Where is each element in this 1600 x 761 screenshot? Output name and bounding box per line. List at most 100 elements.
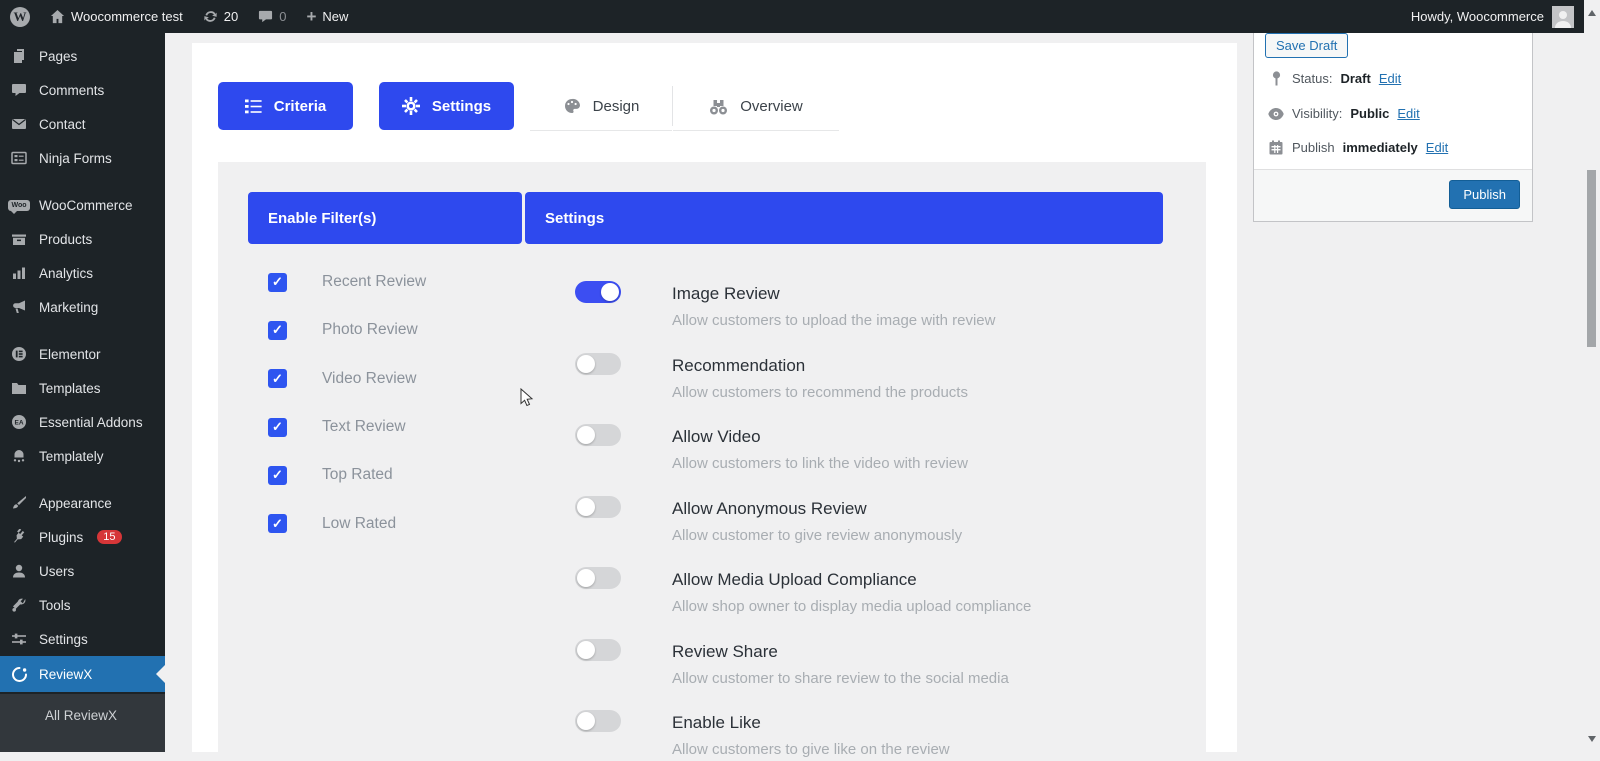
sidebar-item-templately[interactable]: Templately <box>0 439 165 473</box>
sidebar-item-woocommerce[interactable]: Woo WooCommerce <box>0 188 165 222</box>
scrollbar-down-arrow-icon[interactable] <box>1588 736 1596 746</box>
contact-icon <box>9 114 29 134</box>
sidebar-item-label: Pages <box>39 48 78 64</box>
save-draft-button[interactable]: Save Draft <box>1265 33 1349 58</box>
toggle-allow-video[interactable] <box>575 424 621 446</box>
sidebar-item-templates[interactable]: Templates <box>0 371 165 405</box>
new-content-link[interactable]: + New <box>296 0 358 33</box>
sidebar-item-appearance[interactable]: Appearance <box>0 486 165 520</box>
setting-row-allow-video: Allow Video Allow customers to link the v… <box>575 398 1135 472</box>
sidebar-item-products[interactable]: Products <box>0 222 165 256</box>
sidebar-item-label: Templates <box>39 380 101 396</box>
checkbox-video-review[interactable]: ✓ <box>268 369 287 389</box>
sidebar-item-users[interactable]: Users <box>0 554 165 588</box>
tab-overview[interactable]: Overview <box>673 82 839 131</box>
setting-row-enable-like: Enable Like Allow customers to give like … <box>575 684 1135 758</box>
toggle-enable-like[interactable] <box>575 710 621 732</box>
setting-row-allow-media-upload-compliance: Allow Media Upload Compliance Allow shop … <box>575 541 1135 615</box>
sidebar-item-analytics[interactable]: Analytics <box>0 256 165 290</box>
scrollbar-up-arrow-icon[interactable] <box>1588 6 1596 16</box>
scrollbar-thumb[interactable] <box>1587 170 1596 347</box>
site-name: Woocommerce test <box>71 9 183 24</box>
checkbox-top-rated[interactable]: ✓ <box>268 465 287 485</box>
publish-box-footer: Publish <box>1254 169 1532 221</box>
toggle-image-review[interactable] <box>575 281 621 303</box>
toggle-allow-media-upload-compliance[interactable] <box>575 567 621 589</box>
analytics-icon <box>9 263 29 283</box>
schedule-row: Publish immediately Edit <box>1268 140 1448 155</box>
settings-column: Image Review Allow customers to upload th… <box>575 255 1135 758</box>
setting-row-recommendation: Recommendation Allow customers to recomme… <box>575 327 1135 401</box>
tab-criteria[interactable]: Criteria <box>218 82 353 130</box>
sidebar-item-ninja-forms[interactable]: Ninja Forms <box>0 141 165 175</box>
setting-description: Allow customers to give like on the revi… <box>672 741 950 758</box>
filter-label: Text Review <box>322 418 406 436</box>
filter-row-recent-review: ✓ Recent Review <box>268 258 518 306</box>
sidebar-item-tools[interactable]: Tools <box>0 588 165 622</box>
sidebar-item-label: Marketing <box>39 299 99 315</box>
sidebar-item-plugins[interactable]: Plugins 15 <box>0 520 165 554</box>
svg-text:EA: EA <box>14 420 23 427</box>
status-row: Status: Draft Edit <box>1268 71 1401 86</box>
sidebar-item-contact[interactable]: Contact <box>0 107 165 141</box>
criteria-list-icon <box>244 99 262 114</box>
essential-addons-icon: EA <box>9 412 29 432</box>
admin-bar: W Woocommerce test 20 0 + New Howdy, Woo… <box>0 0 1584 33</box>
comment-bubble-icon <box>258 9 273 24</box>
sidebar-item-essential-addons[interactable]: EA Essential Addons <box>0 405 165 439</box>
plus-icon: + <box>306 7 317 26</box>
site-name-link[interactable]: Woocommerce test <box>40 0 193 33</box>
sidebar-item-elementor[interactable]: Elementor <box>0 337 165 371</box>
checkbox-low-rated[interactable]: ✓ <box>268 514 287 534</box>
setting-title: Recommendation <box>672 355 806 375</box>
plugins-icon <box>9 527 29 547</box>
sidebar-item-pages[interactable]: Pages <box>0 39 165 73</box>
new-label: New <box>322 9 349 24</box>
tab-design[interactable]: Design <box>530 82 672 131</box>
filter-label: Video Review <box>322 369 417 387</box>
sidebar-item-label: WooCommerce <box>39 197 133 213</box>
sidebar-item-label: Analytics <box>39 265 94 281</box>
sidebar-subitem-all-reviewx[interactable]: All ReviewX <box>45 708 165 723</box>
checkbox-recent-review[interactable]: ✓ <box>268 272 287 292</box>
wordpress-menu[interactable]: W <box>0 0 40 33</box>
filter-row-top-rated: ✓ Top Rated <box>268 451 518 499</box>
edit-schedule-link[interactable]: Edit <box>1426 140 1448 155</box>
tab-label: Design <box>592 97 640 115</box>
tab-label: Criteria <box>273 97 327 115</box>
sidebar-item-label: Plugins <box>39 529 84 545</box>
plugins-update-badge: 15 <box>97 530 122 544</box>
howdy-text[interactable]: Howdy, Woocommerce <box>1411 9 1544 24</box>
sidebar-item-comments[interactable]: Comments <box>0 73 165 107</box>
filter-row-video-review: ✓ Video Review <box>268 355 518 403</box>
toggle-allow-anonymous-review[interactable] <box>575 495 621 518</box>
edit-visibility-link[interactable]: Edit <box>1397 106 1419 121</box>
sidebar-item-label: Contact <box>39 116 86 132</box>
tab-settings[interactable]: Settings <box>379 82 514 130</box>
sidebar-item-reviewx[interactable]: ReviewX <box>0 656 165 692</box>
sidebar-item-label: Comments <box>39 82 105 98</box>
edit-status-link[interactable]: Edit <box>1379 71 1401 86</box>
sidebar-item-marketing[interactable]: Marketing <box>0 290 165 324</box>
setting-row-allow-anonymous-review: Allow Anonymous Review Allow customer to … <box>575 470 1135 544</box>
filter-label: Low Rated <box>322 514 397 532</box>
setting-title: Allow Video <box>672 427 761 446</box>
toggle-recommendation[interactable] <box>575 352 621 375</box>
products-icon <box>9 229 29 249</box>
visibility-label: Visibility: <box>1292 106 1343 121</box>
toggle-knob <box>601 283 619 301</box>
checkbox-text-review[interactable]: ✓ <box>268 417 287 437</box>
checkbox-photo-review[interactable]: ✓ <box>268 320 287 340</box>
sidebar-item-label: Appearance <box>39 495 112 511</box>
publish-button[interactable]: Publish <box>1449 180 1520 209</box>
setting-title: Review Share <box>672 641 778 661</box>
calendar-icon <box>1268 140 1284 155</box>
sidebar-item-label: Ninja Forms <box>39 150 112 166</box>
setting-title: Image Review <box>672 284 780 303</box>
toggle-review-share[interactable] <box>575 638 621 661</box>
user-avatar[interactable] <box>1552 5 1574 28</box>
updates-link[interactable]: 20 <box>193 0 248 33</box>
comments-link[interactable]: 0 <box>248 0 296 33</box>
sidebar-item-label: Tools <box>39 597 71 613</box>
sidebar-item-settings[interactable]: Settings <box>0 622 165 656</box>
